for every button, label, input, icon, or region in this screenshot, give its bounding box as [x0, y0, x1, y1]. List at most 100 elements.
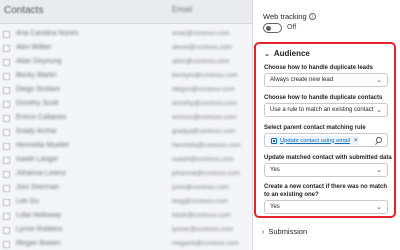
row-name: Grady Archie — [16, 128, 57, 135]
duplicate-contacts-value: Use a rule to match an existing contact — [270, 107, 374, 113]
row-checkbox[interactable] — [3, 31, 10, 38]
row-email: meganb@contoso.com — [172, 240, 239, 247]
row-email: anac@contoso.com — [172, 30, 230, 37]
row-checkbox[interactable] — [3, 171, 10, 178]
row-checkbox[interactable] — [3, 199, 10, 206]
table-row[interactable]: Alex Wilber alexw@contoso.com — [0, 42, 252, 55]
audience-section: ⌄ Audience Choose how to handle duplicate… — [254, 42, 396, 218]
row-checkbox[interactable] — [3, 45, 10, 52]
web-tracking-label: Web tracking i — [263, 12, 316, 21]
row-name: Lee Gu — [16, 198, 39, 205]
row-checkbox[interactable] — [3, 157, 10, 164]
table-row[interactable]: Johanna Lorenz johannal@contoso.com — [0, 168, 252, 181]
row-name: Lynne Robbins — [16, 226, 63, 233]
row-email: beckym@contoso.com — [172, 72, 238, 79]
submission-section-header[interactable]: › Submission — [262, 227, 307, 236]
table-row[interactable]: Diego Siciliani diegos@contoso.com — [0, 84, 252, 97]
row-name: Megan Bowen — [16, 240, 61, 247]
parent-contact-rule-lookup[interactable]: Update contact using email × — [264, 133, 388, 147]
record-icon — [271, 137, 277, 144]
row-checkbox[interactable] — [3, 73, 10, 80]
row-email: gradya@contoso.com — [172, 128, 236, 135]
create-new-contact-select[interactable]: Yes ⌄ — [264, 200, 388, 214]
row-checkbox[interactable] — [3, 129, 10, 136]
row-checkbox[interactable] — [3, 185, 10, 192]
row-email: alexw@contoso.com — [172, 44, 233, 51]
row-name: Becky Martin — [16, 72, 57, 79]
table-row[interactable]: Lidia Holloway lidiah@contoso.com — [0, 210, 252, 223]
row-email: lynner@contoso.com — [172, 226, 234, 233]
chevron-down-icon: ⌄ — [376, 167, 382, 174]
row-email: henrietta@contoso.com — [172, 142, 241, 149]
row-email: johannal@contoso.com — [172, 170, 241, 177]
matching-rule-chip[interactable]: Update contact using email × — [269, 136, 360, 145]
table-row[interactable]: Becky Martin beckym@contoso.com — [0, 70, 252, 83]
audience-title: Audience — [273, 49, 310, 58]
row-email: dorothy@contoso.com — [172, 100, 238, 107]
row-email: diegos@contoso.com — [172, 86, 235, 93]
info-icon[interactable]: i — [308, 13, 316, 20]
web-tracking-text: Web tracking — [263, 12, 307, 21]
row-name: Isaiah Langer — [16, 156, 59, 163]
row-checkbox[interactable] — [3, 87, 10, 94]
row-email: leeg@contoso.com — [172, 198, 228, 205]
table-row[interactable]: Henrietta Mueller henrietta@contoso.com — [0, 140, 252, 153]
table-row[interactable]: Joni Sherman jonis@contoso.com — [0, 182, 252, 195]
table-row[interactable]: Enrico Cattaneo enricoc@contoso.com — [0, 112, 252, 125]
row-email: jonis@contoso.com — [172, 184, 229, 191]
web-tracking-toggle[interactable] — [263, 23, 282, 33]
table-row[interactable]: Lee Gu leeg@contoso.com — [0, 196, 252, 209]
row-name: Joni Sherman — [16, 184, 60, 191]
update-matched-contact-value: Yes — [270, 167, 280, 173]
background-header: Contacts Email — [0, 0, 252, 24]
duplicate-leads-select[interactable]: Always create new lead ⌄ — [264, 73, 388, 87]
duplicate-contacts-select[interactable]: Use a rule to match an existing contact … — [264, 103, 388, 117]
background-title: Contacts — [4, 5, 44, 16]
table-row[interactable]: Allan Deyoung allan@contoso.com — [0, 56, 252, 69]
row-name: Allan Deyoung — [16, 58, 62, 65]
update-matched-contact-label: Update matched contact with submitted da… — [264, 155, 392, 161]
table-row[interactable]: Megan Bowen meganb@contoso.com — [0, 238, 252, 250]
chevron-right-icon: › — [262, 229, 265, 236]
matching-rule-link[interactable]: Update contact using email — [280, 138, 350, 144]
row-checkbox[interactable] — [3, 59, 10, 66]
row-email: isaiahl@contoso.com — [172, 156, 234, 163]
row-name: Ana Carolina Nunes — [16, 30, 79, 37]
row-name: Diego Siciliani — [16, 86, 60, 93]
audience-header[interactable]: ⌄ Audience — [264, 49, 310, 58]
row-email: enricoc@contoso.com — [172, 114, 237, 121]
table-row[interactable]: Grady Archie gradya@contoso.com — [0, 126, 252, 139]
row-email: lidiah@contoso.com — [172, 212, 231, 219]
row-name: Johanna Lorenz — [16, 170, 67, 177]
row-checkbox[interactable] — [3, 143, 10, 150]
row-checkbox[interactable] — [3, 241, 10, 248]
parent-contact-rule-label: Select parent contact matching rule — [264, 125, 366, 131]
row-email: allan@contoso.com — [172, 58, 230, 65]
table-row[interactable]: Isaiah Langer isaiahl@contoso.com — [0, 154, 252, 167]
row-name: Alex Wilber — [16, 44, 52, 51]
update-matched-contact-select[interactable]: Yes ⌄ — [264, 163, 388, 177]
chevron-down-icon: ⌄ — [376, 77, 382, 84]
row-checkbox[interactable] — [3, 227, 10, 234]
duplicate-leads-label: Choose how to handle duplicate leads — [264, 65, 374, 71]
row-checkbox[interactable] — [3, 101, 10, 108]
remove-chip-icon[interactable]: × — [354, 138, 358, 144]
table-row[interactable]: Dorothy Scott dorothy@contoso.com — [0, 98, 252, 111]
table-row[interactable]: Lynne Robbins lynner@contoso.com — [0, 224, 252, 237]
row-checkbox[interactable] — [3, 213, 10, 220]
duplicate-leads-value: Always create new lead — [270, 77, 334, 83]
row-name: Lidia Holloway — [16, 212, 62, 219]
row-name: Henrietta Mueller — [16, 142, 70, 149]
submission-title: Submission — [268, 227, 308, 236]
search-icon[interactable] — [376, 137, 382, 143]
table-row[interactable]: Ana Carolina Nunes anac@contoso.com — [0, 28, 252, 41]
background-email-header: Email — [172, 5, 193, 14]
web-tracking-toggle-state: Off — [287, 24, 297, 31]
row-name: Dorothy Scott — [16, 100, 59, 107]
background-contact-list: Contacts Email Ana Carolina Nunes anac@co… — [0, 0, 252, 250]
row-name: Enrico Cattaneo — [16, 114, 67, 121]
create-new-contact-value: Yes — [270, 204, 280, 210]
toggle-knob — [266, 25, 271, 31]
chevron-down-icon: ⌄ — [376, 204, 382, 211]
row-checkbox[interactable] — [3, 115, 10, 122]
